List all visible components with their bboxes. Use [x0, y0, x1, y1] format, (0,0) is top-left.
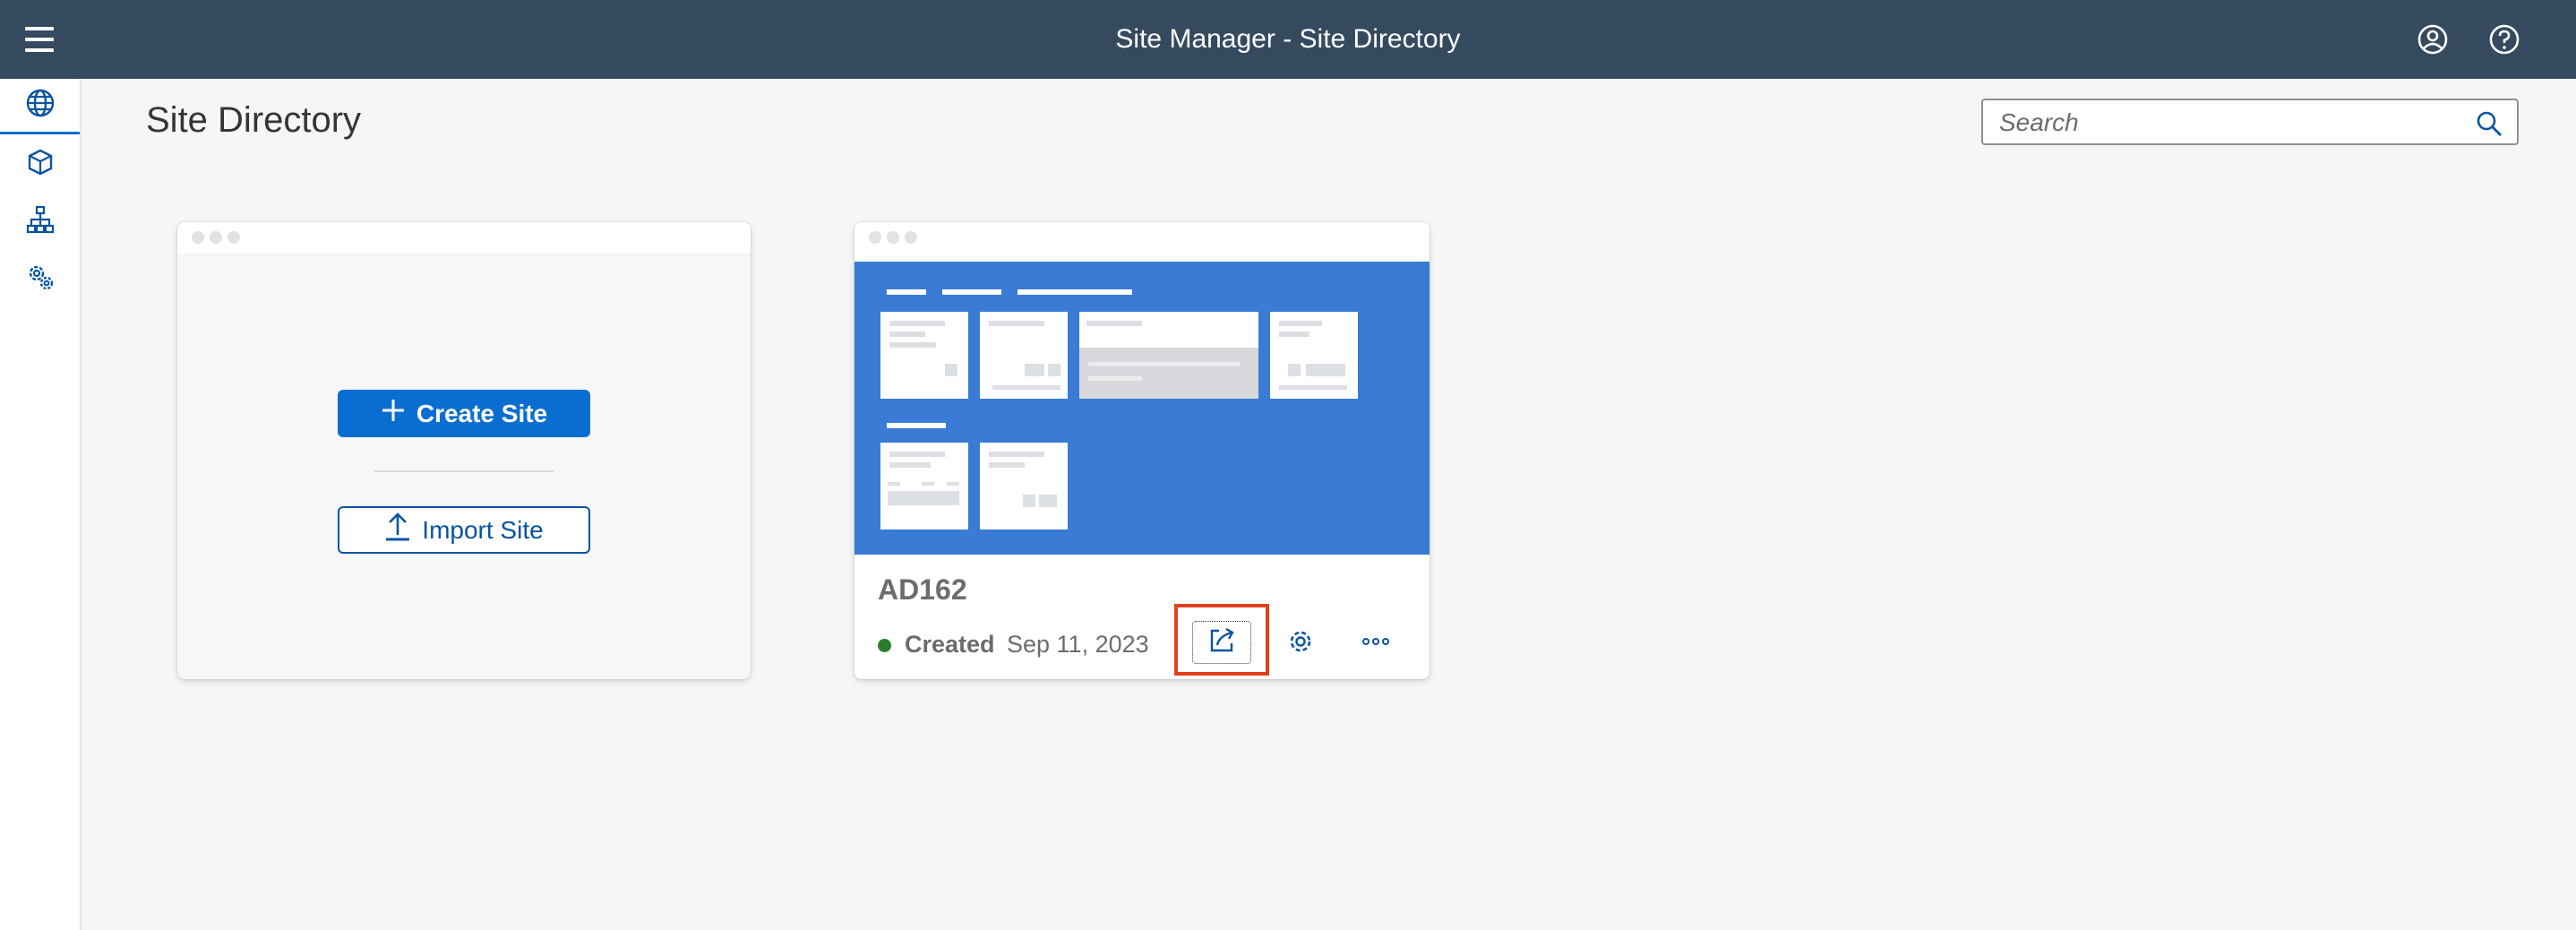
import-site-button[interactable]: Import Site [338, 506, 590, 554]
page-title: Site Directory [146, 100, 362, 140]
create-site-button[interactable]: Create Site [338, 390, 590, 437]
search-icon[interactable] [2474, 108, 2504, 139]
site-card[interactable]: AD162 Created Sep 11, 2023 [854, 222, 1430, 679]
nav-settings[interactable] [0, 251, 80, 306]
settings-gears-icon [24, 261, 56, 297]
gear-icon [1285, 626, 1316, 661]
shell-header: Site Manager - Site Directory [0, 0, 2576, 79]
nav-content-manager[interactable] [0, 136, 80, 192]
globe-icon [24, 87, 56, 124]
content-cube-icon [25, 147, 56, 182]
site-settings-button[interactable] [1278, 621, 1323, 666]
status-indicator [878, 639, 891, 652]
site-name[interactable]: AD162 [878, 573, 967, 607]
nav-hierarchy[interactable] [0, 194, 80, 249]
plus-icon [381, 398, 406, 429]
open-site-button[interactable] [1192, 621, 1251, 664]
search-input[interactable] [1999, 108, 2465, 138]
more-options-button[interactable] [1353, 621, 1398, 666]
hierarchy-icon [25, 204, 56, 239]
hamburger-menu-icon[interactable] [20, 23, 59, 56]
create-site-label: Create Site [416, 399, 548, 427]
help-icon[interactable] [2487, 22, 2521, 56]
create-site-card [177, 222, 751, 679]
user-profile-icon[interactable] [2416, 22, 2450, 56]
more-options-icon [1361, 626, 1391, 661]
divider [374, 470, 554, 472]
site-created-date: Sep 11, 2023 [1007, 631, 1149, 658]
import-site-label: Import Site [422, 515, 544, 544]
shell-title: Site Manager - Site Directory [1115, 24, 1461, 54]
upload-icon [384, 512, 411, 548]
search-field [1981, 99, 2519, 145]
side-navigation [0, 79, 82, 930]
site-status: Created [905, 631, 995, 658]
card-window-bar [854, 222, 1430, 262]
open-site-icon [1206, 625, 1237, 660]
card-window-bar [177, 222, 751, 254]
nav-site-directory[interactable] [0, 79, 80, 134]
site-thumbnail[interactable] [854, 262, 1430, 555]
